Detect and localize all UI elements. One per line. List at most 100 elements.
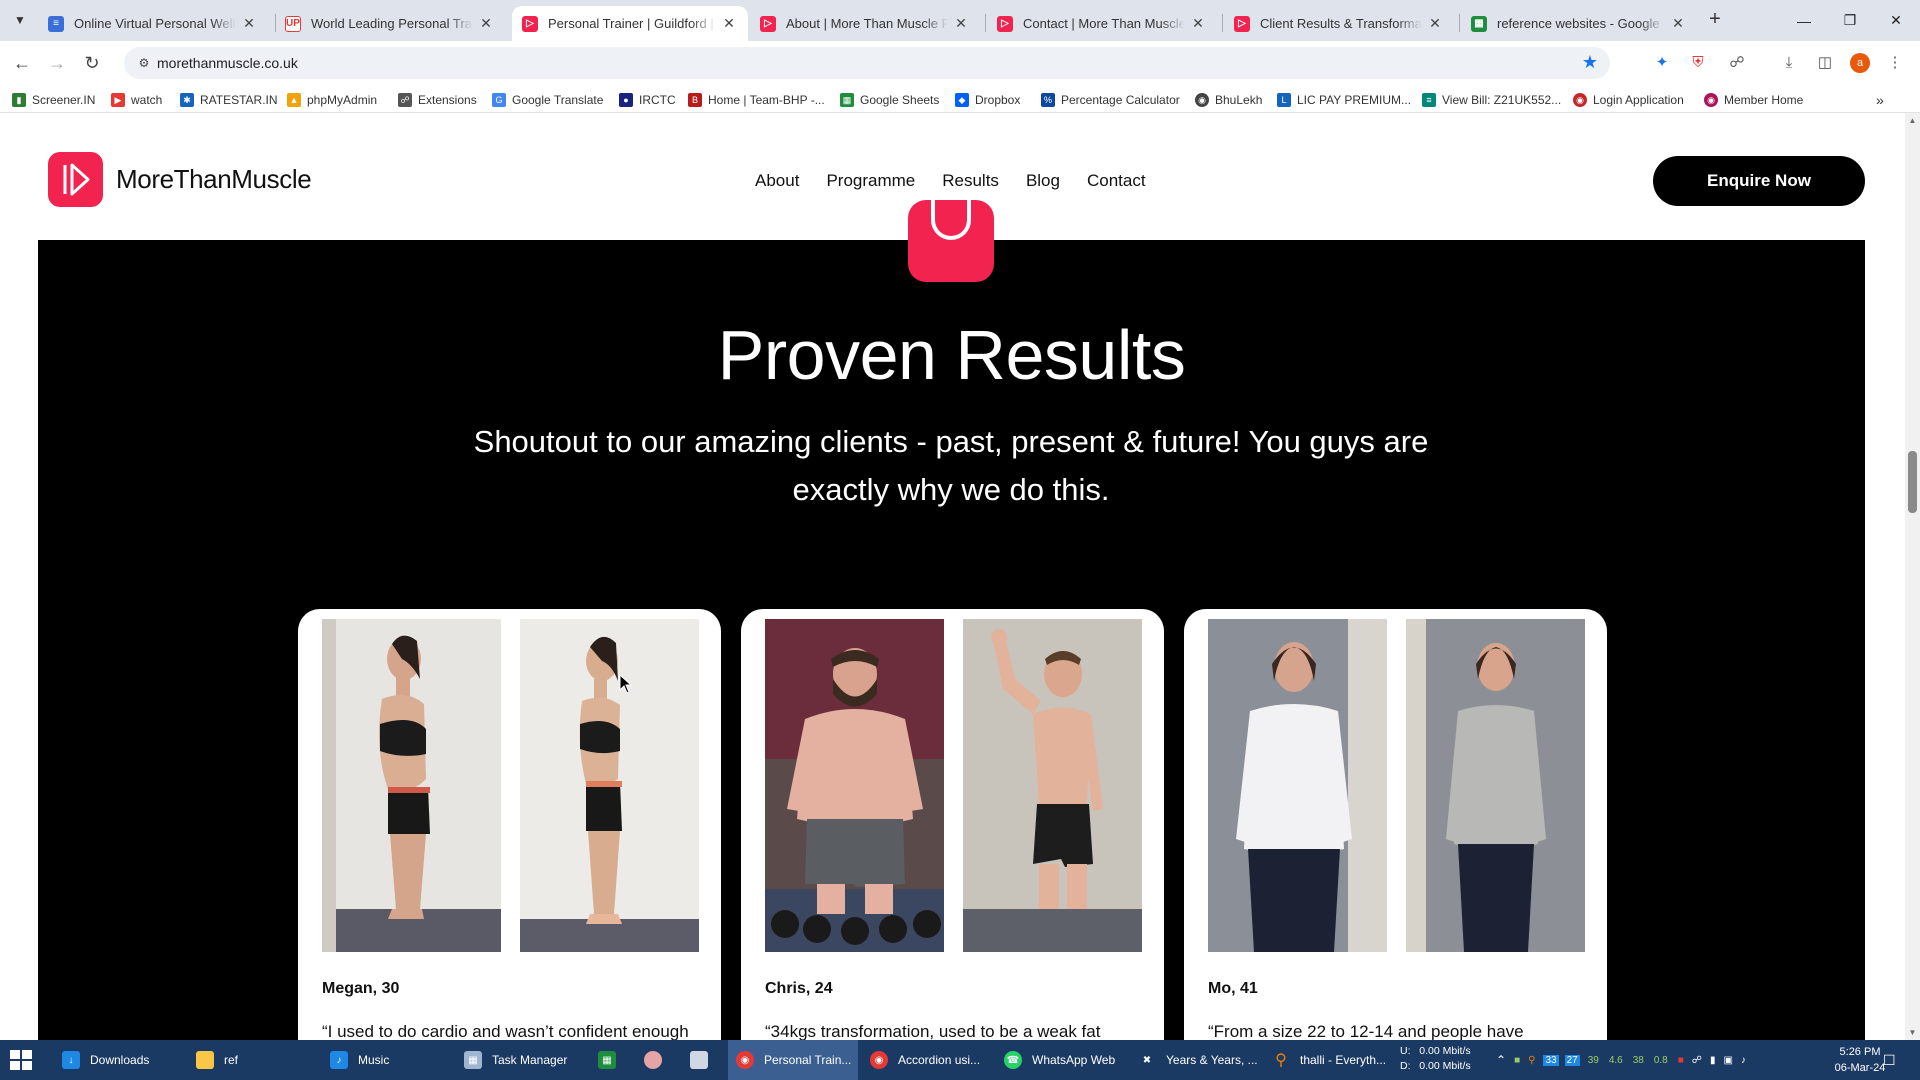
taskbar-personal-trainer[interactable]: ◉ Personal Train... bbox=[728, 1040, 858, 1080]
tray-search-icon[interactable]: ⚲ bbox=[1528, 1055, 1535, 1066]
irctc-icon: ● bbox=[619, 93, 633, 107]
scroll-down-icon[interactable]: ▼ bbox=[1905, 1025, 1920, 1040]
tab-divider bbox=[1459, 14, 1460, 32]
download-icon[interactable]: ⤓ bbox=[1779, 53, 1799, 73]
taskbar-years-and-years[interactable]: ✖ Years & Years, ... bbox=[1130, 1040, 1260, 1080]
window-close-icon[interactable]: ✕ bbox=[1873, 0, 1919, 41]
tab-3[interactable]: ▷ About | More Than Muscle Fitn ✕ bbox=[750, 6, 980, 41]
tab-1[interactable]: UP World Leading Personal Trainer ✕ bbox=[275, 6, 505, 41]
taskbar-notepad[interactable] bbox=[682, 1040, 724, 1080]
tab-5[interactable]: ▷ Client Results & Transformatio ✕ bbox=[1224, 6, 1454, 41]
tab-search-button[interactable]: ▼ bbox=[8, 8, 32, 32]
close-icon[interactable]: ✕ bbox=[720, 15, 738, 32]
enquire-now-button[interactable]: Enquire Now bbox=[1653, 156, 1865, 206]
extension-globe-icon[interactable]: ✦ bbox=[1652, 53, 1672, 73]
extensions-puzzle-icon[interactable]: ☍ bbox=[1727, 53, 1747, 73]
tab-2-active[interactable]: ▷ Personal Trainer | Guildford | M ✕ bbox=[512, 6, 748, 41]
bookmark-member-home[interactable]: ◉ Member Home bbox=[1704, 91, 1803, 109]
bookmark-google-translate[interactable]: G Google Translate bbox=[492, 91, 603, 109]
close-icon[interactable]: ✕ bbox=[952, 15, 970, 32]
bookmark-ratestar[interactable]: ✱ RATESTAR.IN bbox=[180, 91, 278, 109]
tab-6[interactable]: ▦ reference websites - Google Sh ✕ bbox=[1461, 6, 1697, 41]
nav-contact[interactable]: Contact bbox=[1087, 171, 1146, 191]
taskbar-whatsapp[interactable]: ☎ WhatsApp Web bbox=[996, 1040, 1126, 1080]
bookmark-team-bhp[interactable]: B Home | Team-BHP -... bbox=[688, 91, 825, 109]
bookmark-star-icon[interactable]: ★ bbox=[1582, 52, 1598, 73]
bookmark-phpmyadmin[interactable]: ▲ phpMyAdmin bbox=[287, 91, 377, 109]
network-speed-meter: U: 0.00 Mbit/s D: 0.00 Mbit/s bbox=[1400, 1044, 1471, 1074]
tray-chevron-icon[interactable]: ⌃ bbox=[1496, 1053, 1506, 1067]
mouse-cursor-icon bbox=[619, 673, 633, 699]
tab-strip: ▼ ≡ Online Virtual Personal Wellness ✕ U… bbox=[0, 0, 1920, 41]
bookmark-watch[interactable]: ▶ watch bbox=[111, 91, 162, 109]
url-text[interactable]: morethanmuscle.co.uk bbox=[157, 55, 298, 71]
bookmark-view-bill[interactable]: ≡ View Bill: Z21UK552... bbox=[1422, 91, 1561, 109]
tab-0[interactable]: ≡ Online Virtual Personal Wellness ✕ bbox=[38, 6, 268, 41]
tray-red-app-icon[interactable]: ■ bbox=[1678, 1055, 1684, 1066]
bookmark-google-sheets[interactable]: ▦ Google Sheets bbox=[840, 91, 939, 109]
bookmark-label: phpMyAdmin bbox=[307, 93, 378, 107]
shield-extension-icon[interactable]: ⛨ bbox=[1688, 53, 1708, 73]
nav-blog[interactable]: Blog bbox=[1026, 171, 1060, 191]
windows-taskbar: ↓ Downloads ref ♪ Music ▦ Task Manager ▦ ◉ P… bbox=[0, 1040, 1920, 1080]
page-scrollbar[interactable]: ▲ ▼ bbox=[1905, 113, 1920, 1040]
app-face-icon bbox=[644, 1051, 662, 1069]
taskbar-task-manager[interactable]: ▦ Task Manager bbox=[456, 1040, 586, 1080]
tab-divider bbox=[1222, 14, 1223, 32]
taskbar-accordion[interactable]: ◉ Accordion usi... bbox=[862, 1040, 992, 1080]
bookmark-percentage-calculator[interactable]: % Percentage Calculator bbox=[1041, 91, 1180, 109]
address-bar[interactable]: ⚙ morethanmuscle.co.uk ★ bbox=[124, 47, 1610, 79]
restore-icon[interactable]: ❐ bbox=[1827, 0, 1873, 41]
bookmark-bhulekh[interactable]: ◉ BhuLekh bbox=[1195, 91, 1262, 109]
bookmark-lic[interactable]: L LIC PAY PREMIUM... bbox=[1277, 91, 1411, 109]
taskbar-everything[interactable]: ⚲ thalli - Everyth... bbox=[1264, 1040, 1394, 1080]
taskbar-app-2[interactable] bbox=[636, 1040, 678, 1080]
scroll-thumb[interactable] bbox=[1908, 451, 1917, 513]
windows-start-icon[interactable] bbox=[10, 1050, 32, 1070]
profile-avatar[interactable]: a bbox=[1850, 53, 1870, 73]
taskbar-clock[interactable]: 5:26 PM 06-Mar-24 bbox=[1830, 1044, 1890, 1076]
close-icon[interactable]: ✕ bbox=[1426, 15, 1444, 32]
close-icon[interactable]: ✕ bbox=[1189, 15, 1207, 32]
tray-battery-icon[interactable]: ▮ bbox=[1710, 1055, 1716, 1066]
tray-volume-icon[interactable]: ♪ bbox=[1741, 1055, 1746, 1066]
tray-link-icon[interactable]: ☍ bbox=[1692, 1055, 1702, 1066]
site-info-icon[interactable]: ⚙ bbox=[136, 55, 152, 71]
close-icon[interactable]: ✕ bbox=[240, 15, 258, 32]
forward-arrow-icon[interactable]: → bbox=[45, 51, 69, 75]
bookmark-extensions[interactable]: ☍ Extensions bbox=[398, 91, 477, 109]
nav-results[interactable]: Results bbox=[942, 171, 999, 191]
tray-calendar-icon[interactable]: 33 bbox=[1543, 1054, 1559, 1066]
nav-about[interactable]: About bbox=[755, 171, 799, 191]
back-arrow-icon[interactable]: ← bbox=[10, 51, 34, 75]
download-arrow-icon: ↓ bbox=[62, 1051, 80, 1069]
trainer-favicon-icon: UP bbox=[285, 15, 301, 32]
side-panel-icon[interactable]: ◫ bbox=[1815, 53, 1835, 73]
tray-network-icon[interactable]: ▣ bbox=[1723, 1055, 1732, 1066]
bookmark-screener[interactable]: ▮ Screener.IN bbox=[12, 91, 95, 109]
clock-time: 5:26 PM bbox=[1839, 1046, 1881, 1058]
client-card-chris: Chris, 24 “34kgs transformation, used to… bbox=[741, 609, 1164, 1040]
bookmarks-overflow-chevron-icon[interactable]: » bbox=[1876, 91, 1884, 109]
taskbar-ref[interactable]: ref bbox=[188, 1040, 318, 1080]
bookmark-dropbox[interactable]: ◆ Dropbox bbox=[955, 91, 1020, 109]
close-icon[interactable]: ✕ bbox=[477, 15, 495, 32]
bookmark-irctc[interactable]: ● IRCTC bbox=[619, 91, 676, 109]
more-menu-icon[interactable]: ⋮ bbox=[1885, 53, 1905, 73]
nav-programme[interactable]: Programme bbox=[826, 171, 915, 191]
scroll-up-icon[interactable]: ▲ bbox=[1905, 113, 1920, 128]
reload-icon[interactable]: ↻ bbox=[80, 51, 104, 75]
site-logo[interactable]: MoreThanMuscle bbox=[48, 152, 312, 207]
tray-calendar-icon-2[interactable]: 27 bbox=[1564, 1054, 1580, 1066]
close-icon[interactable]: ✕ bbox=[1669, 15, 1687, 32]
tab-title: Online Virtual Personal Wellness bbox=[74, 16, 236, 31]
tab-4[interactable]: ▷ Contact | More Than Muscle Fit ✕ bbox=[987, 6, 1217, 41]
tray-app-icon[interactable]: ■ bbox=[1514, 1055, 1520, 1066]
taskbar-sheet-app[interactable]: ▦ bbox=[590, 1040, 632, 1080]
new-tab-plus-icon[interactable]: + bbox=[1703, 8, 1727, 32]
minimize-icon[interactable]: — bbox=[1781, 0, 1827, 41]
taskbar-downloads[interactable]: ↓ Downloads bbox=[54, 1040, 184, 1080]
taskbar-music[interactable]: ♪ Music bbox=[322, 1040, 452, 1080]
notifications-icon[interactable]: ☐ bbox=[1883, 1040, 1896, 1080]
bookmark-login-application[interactable]: ◉ Login Application bbox=[1573, 91, 1684, 109]
